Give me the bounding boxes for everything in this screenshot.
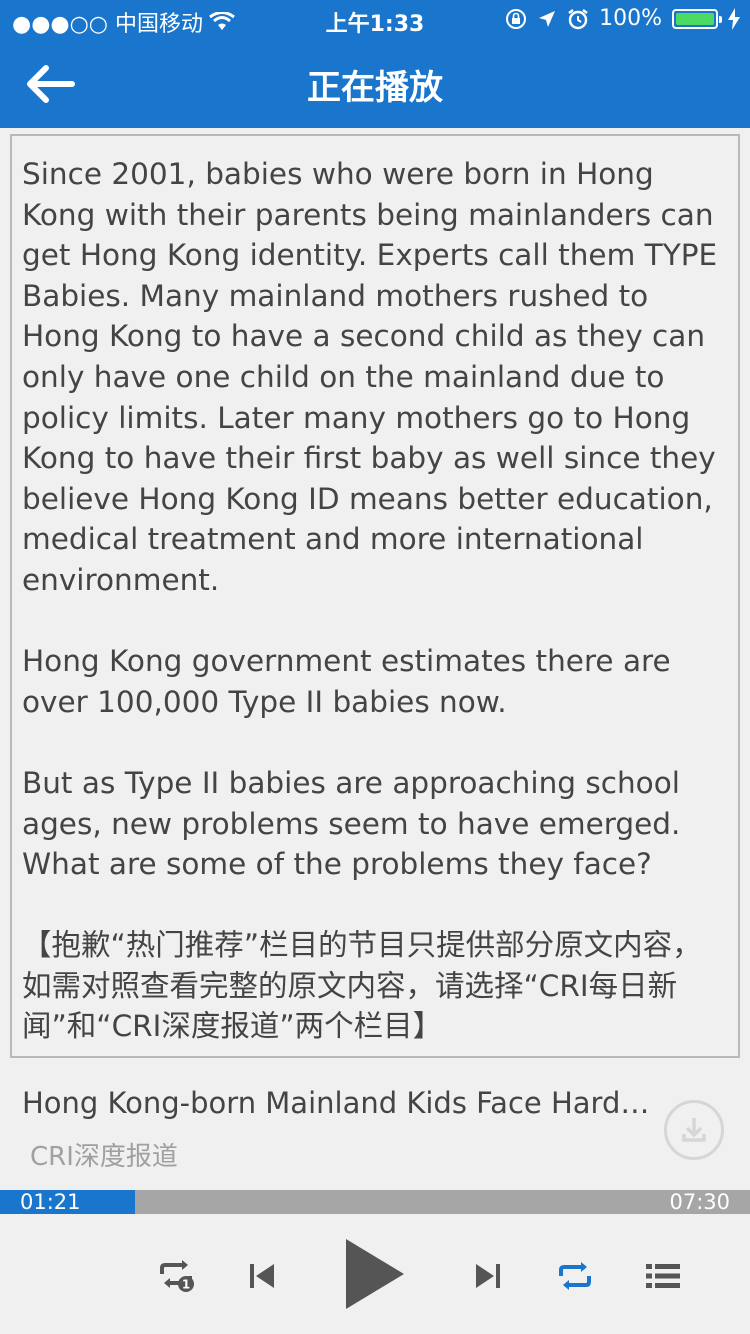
battery-percent: 100% <box>599 6 662 31</box>
repeat-all-icon <box>559 1262 591 1290</box>
download-icon <box>682 1118 706 1142</box>
track-title: Hong Kong-born Mainland Kids Face Hardsh… <box>22 1086 662 1120</box>
transcript-notice: 【抱歉“热门推荐”栏目的节目只提供部分原文内容，如需对照查看完整的原文内容，请选… <box>22 928 702 1044</box>
repeat-all-button[interactable] <box>552 1254 598 1298</box>
transcript-paragraph: Since 2001, babies who were born in Hong… <box>22 157 718 597</box>
previous-button[interactable] <box>240 1254 284 1298</box>
orientation-lock-icon <box>506 8 527 29</box>
play-button[interactable] <box>334 1232 414 1316</box>
charging-icon <box>728 7 740 30</box>
location-icon <box>539 10 556 27</box>
play-icon <box>346 1239 404 1309</box>
battery-icon <box>672 8 722 29</box>
repeat-one-button[interactable]: 1 <box>150 1252 202 1298</box>
transcript-panel[interactable]: Since 2001, babies who were born in Hong… <box>10 134 740 1058</box>
alarm-icon <box>568 8 588 29</box>
download-button[interactable] <box>664 1100 724 1160</box>
transcript-paragraph: But as Type II babies are approaching sc… <box>22 765 681 882</box>
duration-time: 07:30 <box>669 1190 730 1214</box>
next-icon <box>476 1264 500 1288</box>
page-title: 正在播放 <box>307 68 443 108</box>
next-button[interactable] <box>466 1254 510 1298</box>
nav-bar: 正在播放 <box>0 40 750 128</box>
current-time: 01:21 <box>20 1190 81 1214</box>
status-right: 100% <box>505 6 740 31</box>
repeat-one-icon: 1 <box>160 1260 194 1292</box>
progress-bar[interactable] <box>0 1190 750 1214</box>
status-bar: ●●●○○ 中国移动 上午1:33 100% <box>0 0 750 40</box>
playlist-button[interactable] <box>640 1254 686 1298</box>
svg-text:1: 1 <box>182 1278 190 1292</box>
previous-icon <box>250 1264 274 1288</box>
transcript-paragraph: Hong Kong government estimates there are… <box>22 644 671 719</box>
player-controls: 1 <box>0 1214 750 1334</box>
playlist-icon <box>646 1264 680 1288</box>
track-source: CRI深度报道 <box>30 1142 178 1172</box>
battery-fill <box>676 12 714 25</box>
